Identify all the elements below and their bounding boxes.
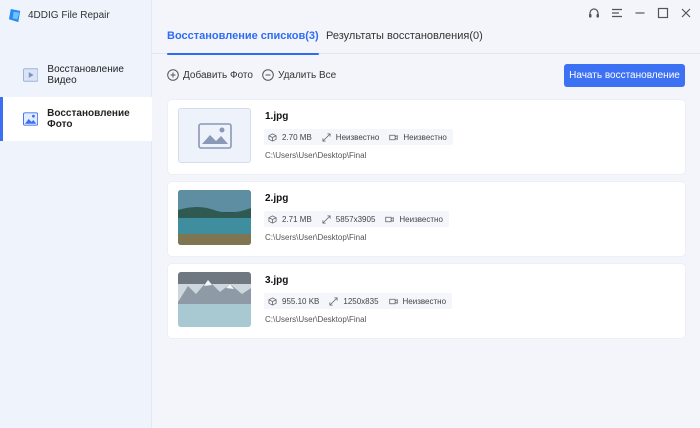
size-cube-icon	[268, 296, 277, 306]
resolution-icon	[322, 214, 331, 224]
file-camera: Неизвестно	[399, 214, 443, 224]
file-card[interactable]: 1.jpg 2.70 MB Неизвестно Неизвестно C:\U…	[168, 100, 685, 174]
file-thumbnail	[178, 190, 251, 245]
maximize-icon[interactable]	[655, 5, 671, 21]
file-thumbnail	[178, 108, 251, 163]
window-controls	[586, 5, 694, 21]
file-name: 3.jpg	[265, 275, 289, 286]
remove-all-button[interactable]: Удалить Все	[262, 67, 336, 83]
add-photo-button[interactable]: Добавить Фото	[167, 67, 253, 83]
lake-landscape-thumbnail	[178, 190, 251, 245]
file-resolution: Неизвестно	[335, 132, 380, 142]
sidebar-item-video-repair[interactable]: Восстановление Видео	[0, 53, 152, 97]
file-name: 2.jpg	[265, 193, 289, 204]
size-cube-icon	[268, 214, 277, 224]
tab-recovery-results[interactable]: Результаты восстановления(0)	[326, 30, 483, 54]
camera-icon	[389, 134, 398, 140]
remove-all-label: Удалить Все	[278, 69, 337, 81]
sidebar-item-label: Восстановление Фото	[47, 108, 130, 130]
file-meta: 2.71 MB 5857x3905 Неизвестно	[264, 211, 449, 227]
file-card[interactable]: 2.jpg 2.71 MB 5857x3905 Неизвестно C:\Us…	[168, 182, 685, 256]
file-name: 1.jpg	[265, 111, 289, 122]
video-icon	[23, 68, 39, 82]
file-thumbnail	[178, 272, 251, 327]
size-cube-icon	[268, 132, 277, 142]
tab-bar: Восстановление списков(3) Результаты вос…	[152, 26, 700, 55]
file-path: C:\Users\User\Desktop\Final	[265, 233, 367, 242]
resolution-icon	[322, 132, 331, 142]
resolution-icon	[329, 296, 338, 306]
sidebar: 4DDIG File Repair Восстановление Видео В…	[0, 0, 152, 428]
app-title-text: 4DDIG File Repair	[28, 9, 110, 21]
placeholder-image-icon	[197, 122, 232, 149]
sidebar-item-photo-repair[interactable]: Восстановление Фото	[0, 97, 152, 141]
file-meta: 955.10 KB 1250x835 Неизвестно	[264, 293, 453, 309]
menu-icon[interactable]	[609, 5, 625, 21]
mountain-lake-thumbnail	[178, 272, 251, 327]
minus-circle-icon	[262, 69, 274, 81]
file-camera: Неизвестно	[403, 132, 447, 142]
file-camera: Неизвестно	[402, 296, 447, 306]
file-size: 2.70 MB	[282, 132, 312, 142]
file-meta: 2.70 MB Неизвестно Неизвестно	[264, 129, 453, 145]
file-size: 2.71 MB	[282, 214, 312, 224]
add-photo-label: Добавить Фото	[183, 69, 253, 81]
start-repair-button[interactable]: Начать восстановление	[564, 64, 685, 87]
headset-icon[interactable]	[586, 5, 602, 21]
tab-recovery-list[interactable]: Восстановление списков(3)	[167, 30, 319, 55]
file-card[interactable]: 3.jpg 955.10 KB 1250x835 Неизвестно C:\U…	[168, 264, 685, 338]
photo-icon	[23, 112, 39, 126]
camera-icon	[385, 216, 395, 222]
camera-icon	[388, 298, 398, 304]
file-size: 955.10 KB	[282, 296, 320, 306]
file-resolution: 5857x3905	[335, 214, 376, 224]
app-logo-icon	[8, 8, 21, 22]
file-resolution: 1250x835	[343, 296, 379, 306]
sidebar-item-label: Восстановление Видео	[47, 64, 124, 86]
file-path: C:\Users\User\Desktop\Final	[265, 151, 367, 160]
file-path: C:\Users\User\Desktop\Final	[265, 315, 367, 324]
app-title: 4DDIG File Repair	[8, 7, 110, 23]
close-icon[interactable]	[678, 5, 694, 21]
minimize-icon[interactable]	[632, 5, 648, 21]
plus-circle-icon	[167, 69, 179, 81]
